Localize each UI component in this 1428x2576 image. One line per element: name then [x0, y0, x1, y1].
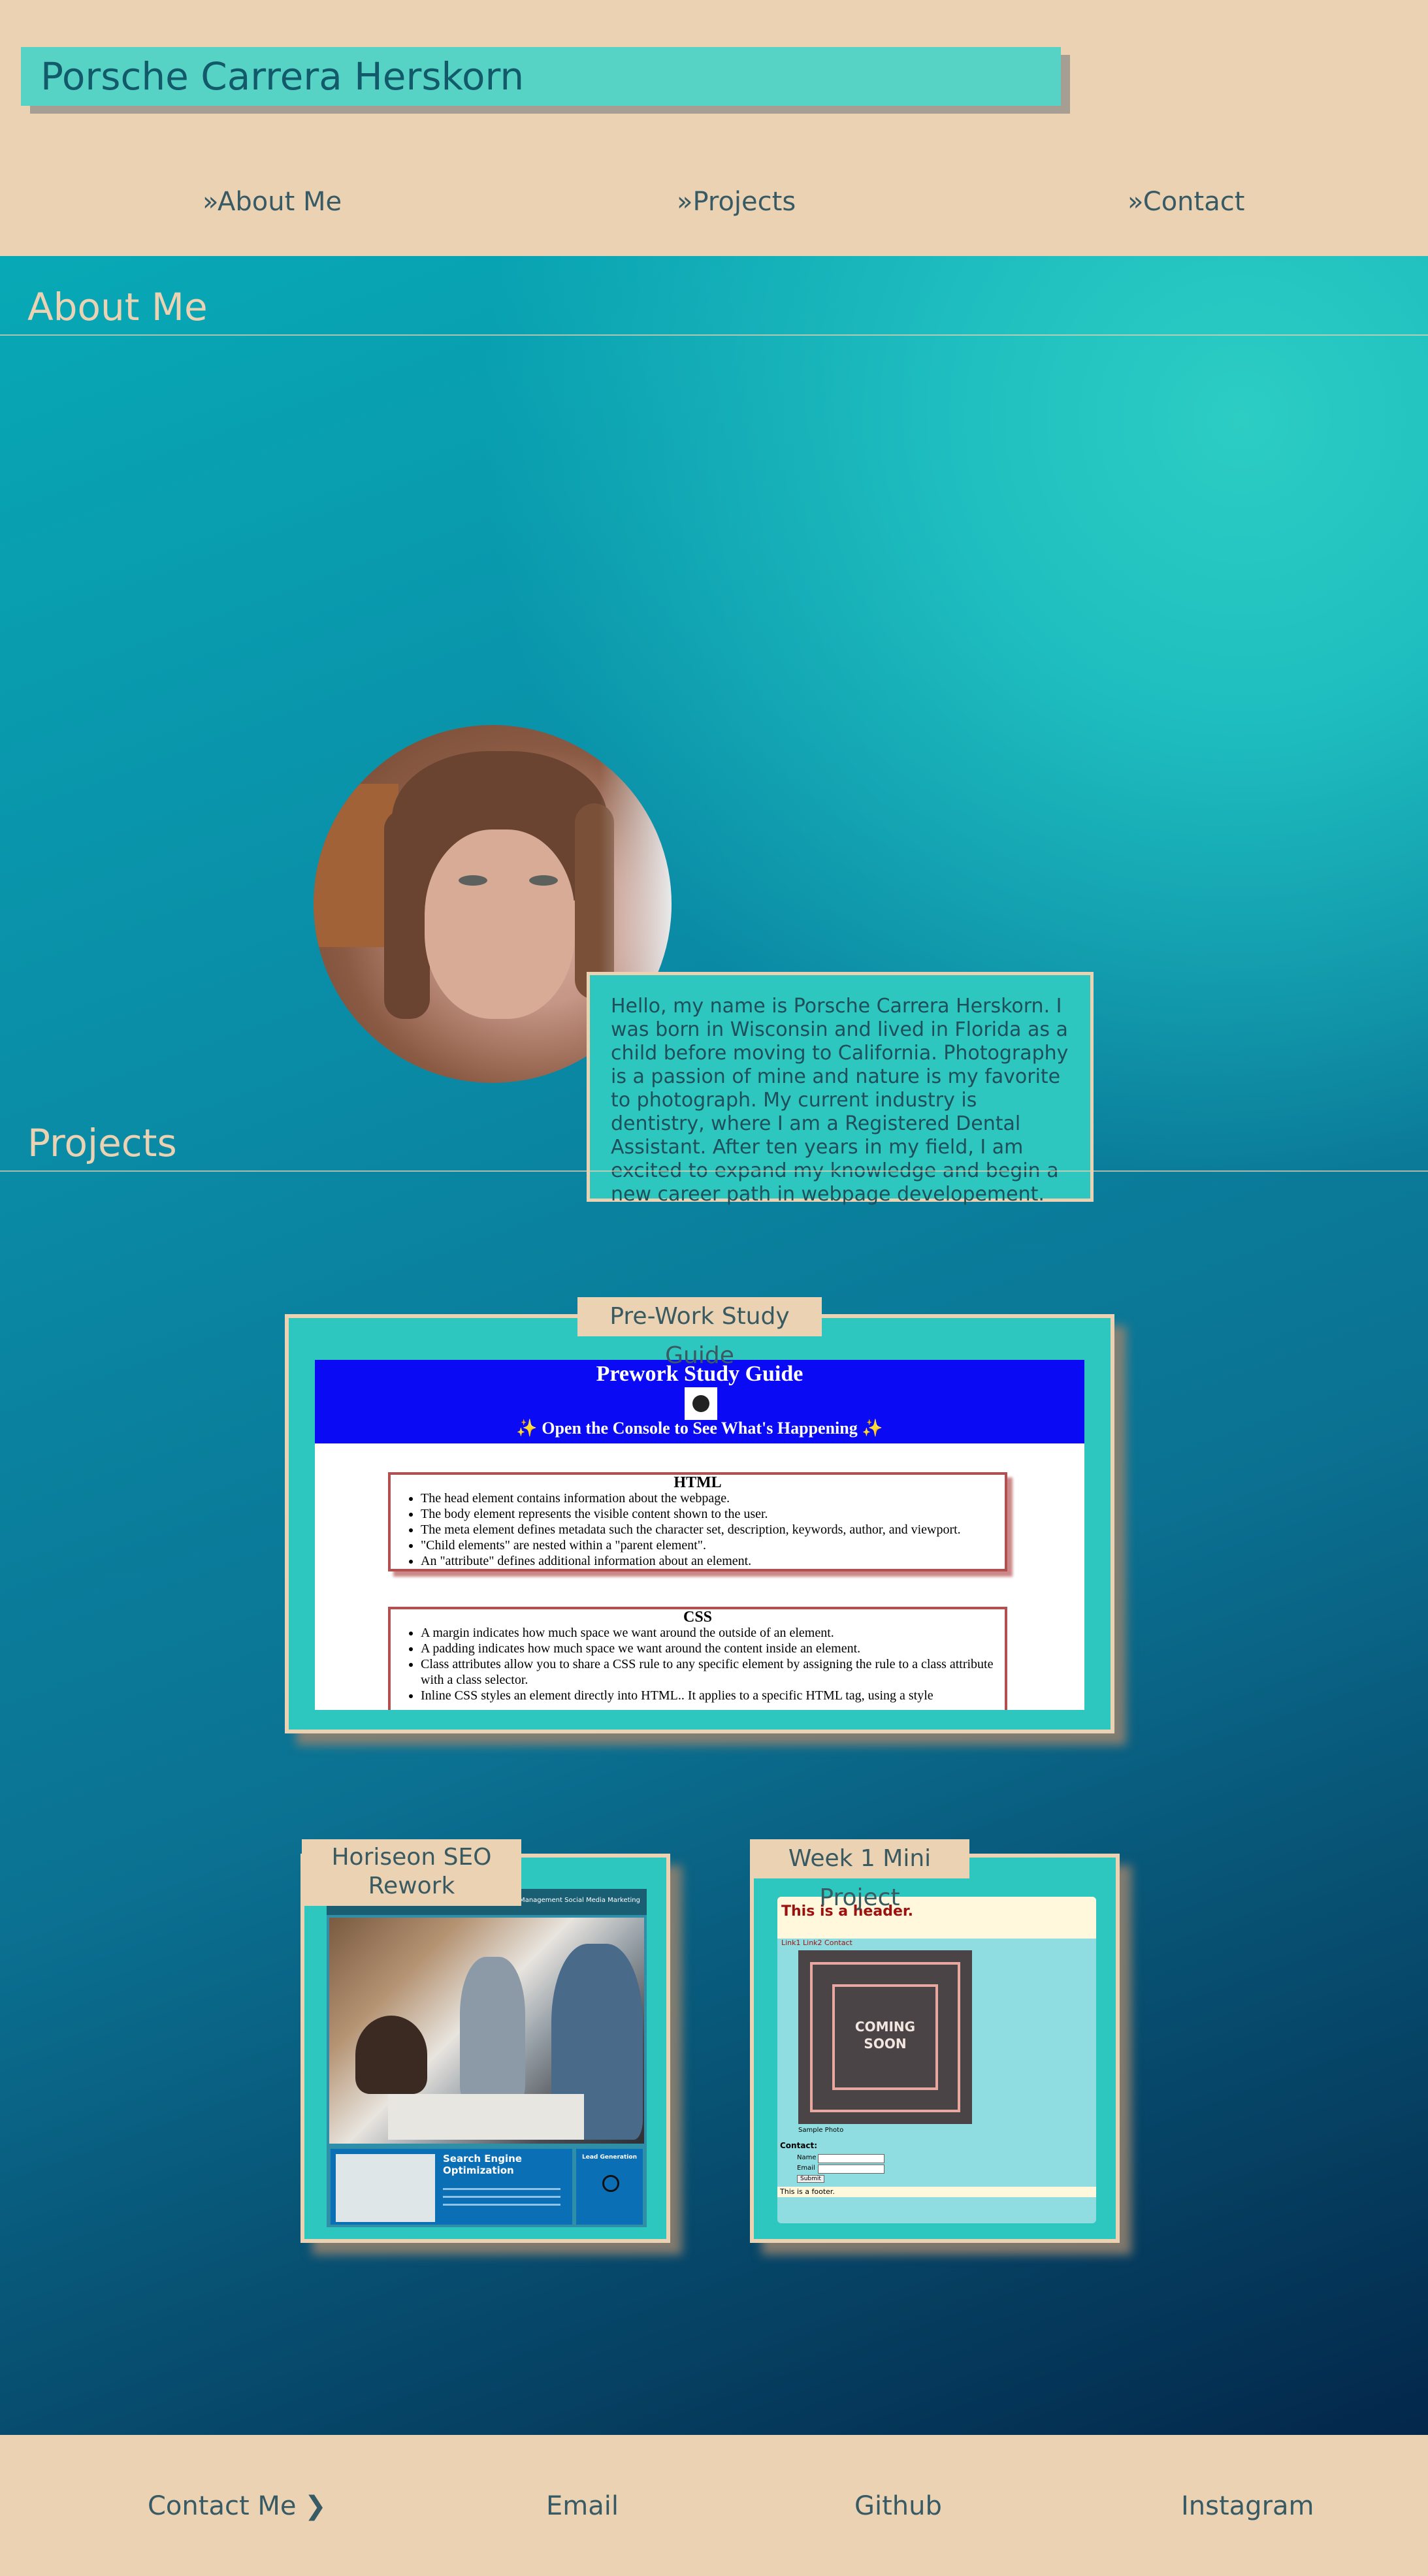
horiseon-screenshot: Online Reputation Management Social Medi…	[327, 1889, 647, 2227]
week1-footer-text: This is a footer.	[780, 2187, 835, 2196]
project-card-horiseon[interactable]: Online Reputation Management Social Medi…	[300, 1854, 670, 2243]
lightbulb-icon	[602, 2175, 619, 2192]
contact-label: Contact:	[780, 2141, 818, 2150]
week1-links: Link1 Link2 Contact	[781, 1939, 852, 1947]
site-header: Porsche Carrera Herskorn »About Me »Proj…	[0, 0, 1428, 256]
list-item: Class attributes allow you to share a CS…	[421, 1656, 1005, 1688]
logo-icon	[685, 1387, 717, 1420]
html-list: The head element contains information ab…	[391, 1490, 1005, 1569]
projects-divider	[0, 1170, 1428, 1172]
css-heading: CSS	[683, 1609, 713, 1626]
name-input[interactable]	[818, 2154, 884, 2163]
lead-title: Lead Generation	[582, 2154, 637, 2161]
nav-about-me[interactable]: »About Me	[203, 187, 342, 217]
about-heading: About Me	[27, 285, 208, 329]
seo-title: Search Engine Optimization	[443, 2153, 522, 2176]
list-item: The head element contains information ab…	[421, 1490, 1005, 1506]
week1-screenshot: This is a header. Link1 Link2 Contact CO…	[777, 1897, 1096, 2223]
team-photo	[329, 1918, 644, 2144]
lead-panel: Lead Generation	[576, 2149, 643, 2225]
html-heading: HTML	[673, 1474, 722, 1491]
list-item: A margin indicates how much space we wan…	[421, 1625, 1005, 1641]
contact-me-link[interactable]: Contact Me ❯	[148, 2491, 327, 2521]
list-item: The body element represents the visible …	[421, 1506, 1005, 1522]
email-label: Email	[797, 2165, 815, 2172]
css-section: CSS A margin indicates how much space we…	[388, 1607, 1007, 1710]
coming-soon-image: COMING SOON	[798, 1950, 972, 2124]
sample-photo-caption: Sample Photo	[798, 2127, 844, 2134]
email-link[interactable]: Email	[546, 2491, 619, 2521]
email-input[interactable]	[818, 2165, 884, 2174]
css-list: A margin indicates how much space we wan…	[391, 1625, 1005, 1703]
prework-shot-subtitle: ✨ Open the Console to See What's Happeni…	[516, 1419, 883, 1438]
list-item: An "attribute" defines additional inform…	[421, 1553, 1005, 1569]
instagram-link[interactable]: Instagram	[1181, 2491, 1314, 2521]
project-card-week1[interactable]: This is a header. Link1 Link2 Contact CO…	[750, 1854, 1120, 2243]
seo-panel: Search Engine Optimization	[331, 2149, 572, 2225]
week1-label: Week 1 Mini Project	[750, 1839, 969, 1911]
submit-button[interactable]: Submit	[797, 2175, 824, 2183]
project-card-prework[interactable]: Prework Study Guide ✨ Open the Console t…	[285, 1314, 1114, 1733]
projects-heading: Projects	[27, 1121, 177, 1165]
list-item: Inline CSS styles an element directly in…	[421, 1688, 1005, 1703]
nav-projects[interactable]: »Projects	[677, 187, 796, 217]
coming-soon-text: COMING SOON	[854, 2019, 916, 2052]
list-item: A padding indicates how much space we wa…	[421, 1641, 1005, 1656]
nav-contact[interactable]: »Contact	[1128, 187, 1244, 217]
site-title: Porsche Carrera Herskorn	[41, 54, 525, 99]
github-link[interactable]: Github	[854, 2491, 942, 2521]
html-section: HTML The head element contains informati…	[388, 1472, 1007, 1571]
list-item: "Child elements" are nested within a "pa…	[421, 1538, 1005, 1553]
prework-screenshot: Prework Study Guide ✨ Open the Console t…	[315, 1360, 1084, 1710]
site-footer: Contact Me ❯ Email Github Instagram	[0, 2435, 1428, 2576]
prework-label: Pre-Work Study Guide	[577, 1297, 822, 1369]
about-divider	[0, 334, 1428, 336]
main-content: About Me Hello, my name is Porsche Carre…	[0, 256, 1428, 2435]
horiseon-label: Horiseon SEO Rework	[302, 1839, 521, 1906]
name-label: Name	[797, 2154, 817, 2161]
bio-text: Hello, my name is Porsche Carrera Hersko…	[587, 972, 1094, 1206]
list-item: The meta element defines metadata such t…	[421, 1522, 1005, 1538]
title-banner: Porsche Carrera Herskorn	[21, 47, 1061, 106]
